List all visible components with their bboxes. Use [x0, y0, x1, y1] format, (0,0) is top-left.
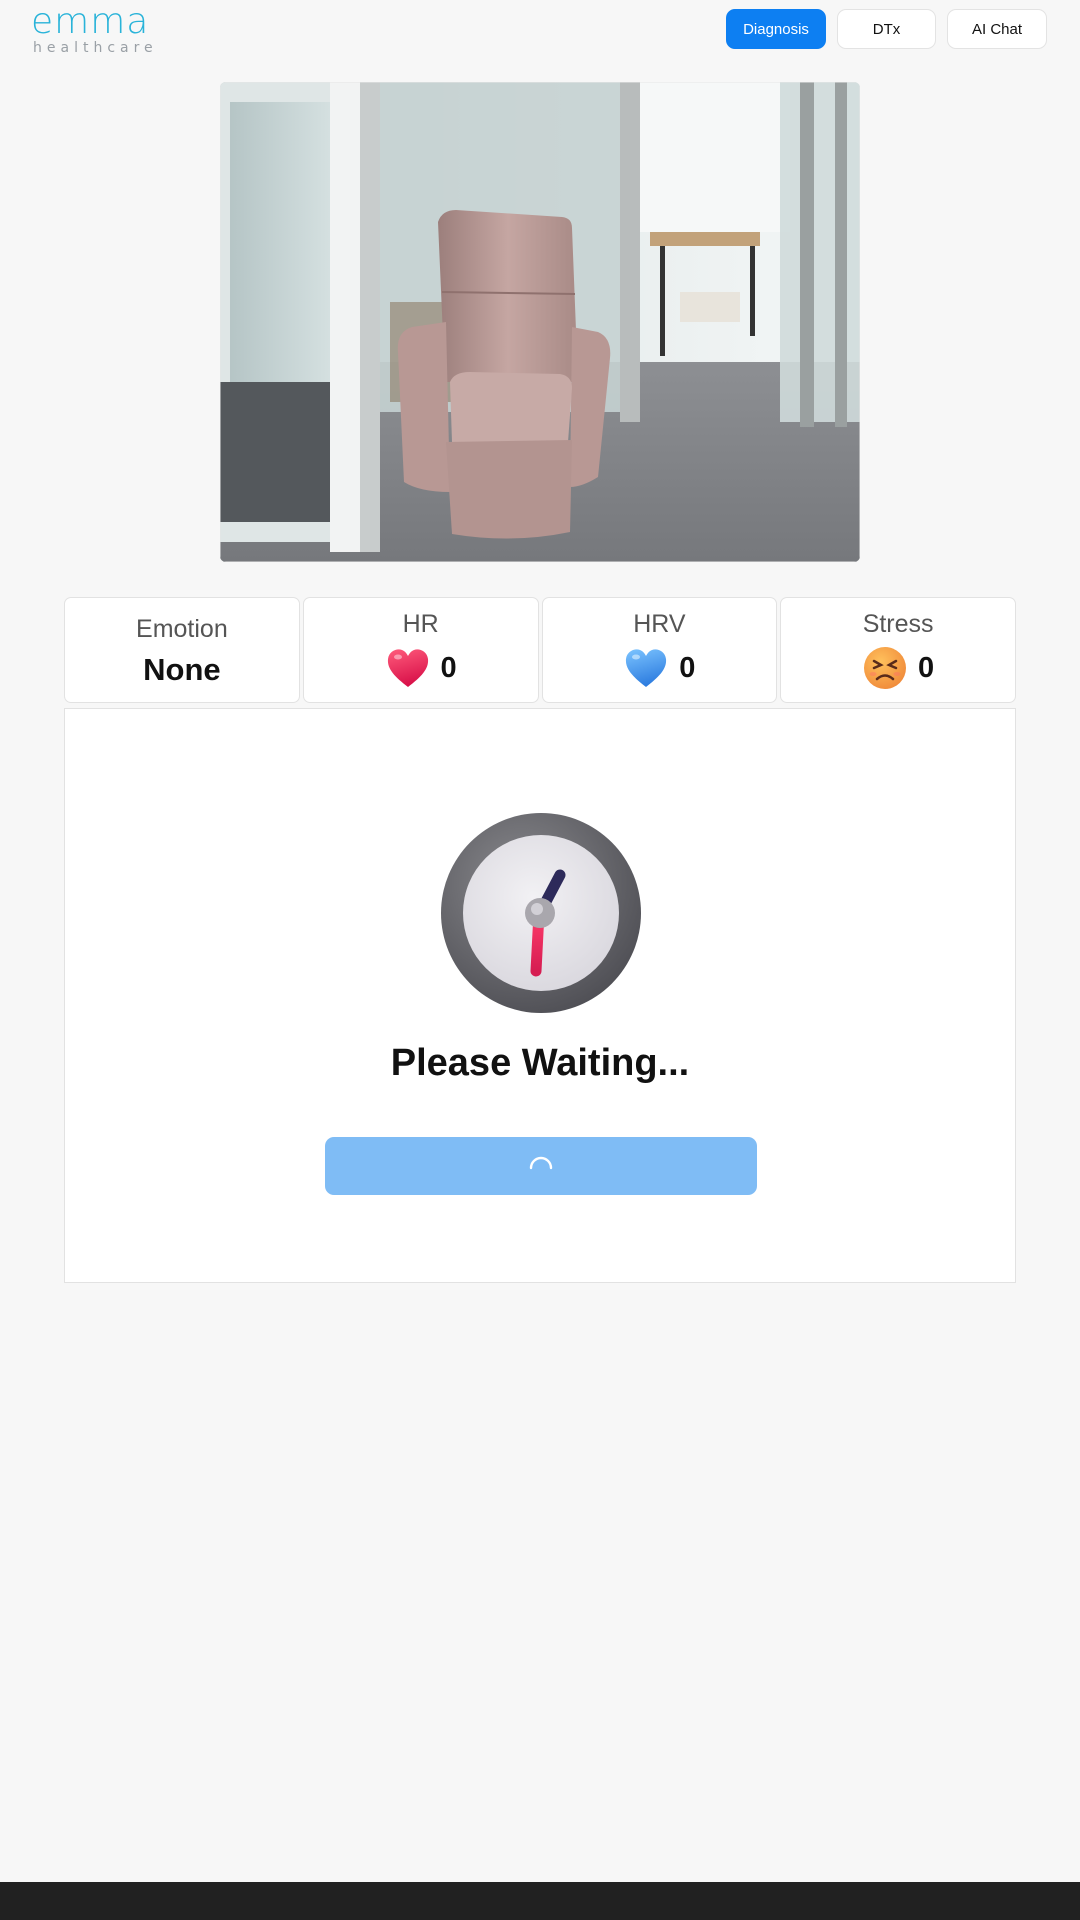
- brand-tagline: healthcare: [33, 40, 158, 56]
- hrv-label: HRV: [633, 610, 686, 638]
- camera-scene: [220, 82, 860, 562]
- stress-label: Stress: [862, 610, 934, 638]
- diagnosis-button[interactable]: Diagnosis: [726, 9, 826, 49]
- hrv-card: HRV 0: [541, 597, 778, 703]
- hr-value: 0: [440, 651, 457, 684]
- emotion-card: Emotion None: [64, 597, 300, 703]
- brand-logo: emma healthcare: [31, 1, 158, 56]
- brand-name: emma: [31, 1, 150, 42]
- clock-icon: [441, 813, 641, 1013]
- stress-value: 0: [918, 651, 935, 684]
- ai-chat-button[interactable]: AI Chat: [947, 9, 1047, 49]
- bottom-bar: [0, 1882, 1080, 1920]
- red-heart-icon: [387, 649, 428, 687]
- status-panel: Please Waiting...: [64, 708, 1016, 1283]
- camera-feed: [220, 82, 860, 562]
- stress-card: Stress 0: [780, 597, 1016, 703]
- hrv-value-row: 0: [623, 645, 695, 691]
- dtx-button[interactable]: DTx: [837, 9, 936, 49]
- top-nav: Diagnosis DTx AI Chat: [726, 9, 1047, 49]
- hr-label: HR: [402, 610, 439, 638]
- emotion-value: None: [143, 652, 221, 687]
- app-header: emma healthcare Diagnosis DTx AI Chat: [0, 0, 1080, 60]
- waiting-message: Please Waiting...: [390, 1042, 690, 1084]
- emotion-label: Emotion: [136, 615, 228, 643]
- blue-heart-icon: [626, 649, 667, 687]
- hr-value-row: 0: [385, 645, 457, 691]
- stressed-face-icon: [864, 647, 907, 689]
- loading-button[interactable]: [325, 1137, 757, 1195]
- hr-card: HR 0: [302, 597, 539, 703]
- metrics-row: Emotion None HR 0 HRV 0 Stress 0: [64, 597, 1016, 703]
- spinner-icon: [529, 1156, 553, 1170]
- hrv-value: 0: [679, 651, 696, 684]
- stress-value-row: 0: [862, 645, 934, 691]
